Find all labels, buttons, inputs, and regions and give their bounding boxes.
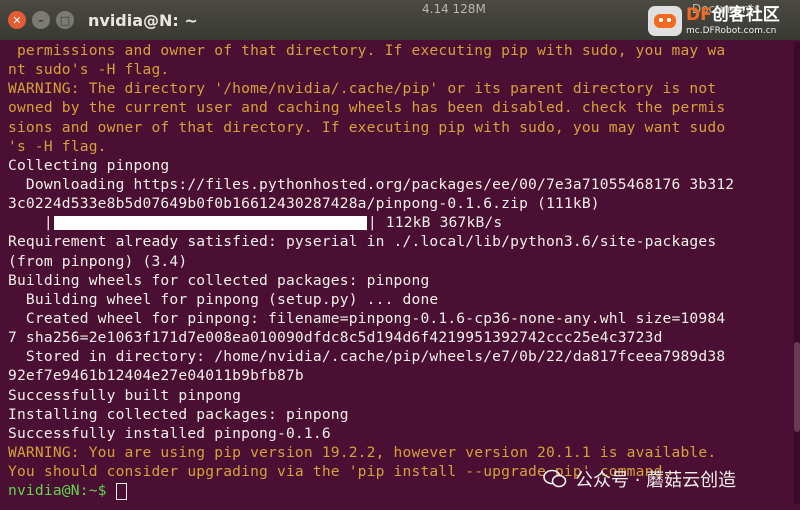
terminal-line: Building wheels for collected packages: …	[8, 271, 430, 289]
minimize-icon[interactable]: –	[32, 11, 50, 29]
close-icon[interactable]: ✕	[8, 11, 26, 29]
terminal-line: Building wheel for pinpong (setup.py) ..…	[8, 290, 439, 308]
terminal-line: 92ef7e9461b12404e27e04011b9bfb87b	[8, 367, 304, 385]
terminal-line: owned by the current user and caching wh…	[8, 99, 726, 117]
terminal-line: Installing collected packages: pinpong	[8, 405, 349, 423]
dfrobot-logo: DF创客社区 mc.DFRobot.com.cn	[648, 6, 780, 36]
terminal-line: WARNING: You are using pip version 19.2.…	[8, 443, 717, 461]
wechat-watermark: 公众号 · 蘑菇云创造	[543, 466, 736, 492]
terminal-window: ✕ – □ nvidia@N: ~ 4.14 128M Documents DF…	[0, 0, 800, 510]
maximize-icon[interactable]: □	[56, 11, 74, 29]
terminal-line: | | 112kB 367kB/s	[8, 213, 792, 232]
logo-df: DF	[686, 4, 712, 25]
scrollbar[interactable]	[794, 42, 800, 504]
text-cursor	[115, 482, 127, 500]
wechat-icon	[543, 469, 567, 488]
shell-prompt: nvidia@N:~$	[8, 482, 116, 500]
logo-subtitle: mc.DFRobot.com.cn	[686, 25, 777, 36]
progress-prefix: |	[8, 214, 53, 232]
terminal-line: 3c0224d533e8b5d07649b0f0b16612430287428a…	[8, 195, 600, 213]
terminal-line: (from pinpong) (3.4)	[8, 252, 188, 270]
terminal-line: 's -H flag.	[8, 137, 107, 155]
terminal-line: Successfully installed pinpong-0.1.6	[8, 424, 331, 442]
window-title: nvidia@N: ~	[88, 10, 198, 30]
logo-brand: 创客社区	[711, 4, 780, 25]
title-bar[interactable]: ✕ – □ nvidia@N: ~ 4.14 128M Documents DF…	[0, 0, 800, 40]
terminal-line: Stored in directory: /home/nvidia/.cache…	[8, 348, 726, 366]
progress-suffix: | 112kB 367kB/s	[367, 214, 503, 232]
terminal-line: permissions and owner of that directory.…	[8, 42, 726, 59]
terminal-line: 7 sha256=2e1063f171d7e008ea010090dfdc8c5…	[8, 329, 663, 347]
terminal-line: Requirement already satisfied: pyserial …	[8, 233, 717, 251]
terminal-line: Collecting pinpong	[8, 156, 170, 174]
terminal-line: sions and owner of that directory. If ex…	[8, 118, 726, 136]
terminal-line: WARNING: The directory '/home/nvidia/.ca…	[8, 80, 717, 98]
window-controls: ✕ – □	[8, 11, 74, 29]
robot-logo-icon	[648, 6, 682, 36]
watermark-text: 公众号 · 蘑菇云创造	[575, 470, 737, 491]
terminal-line: Successfully built pinpong	[8, 386, 242, 404]
terminal-line: Created wheel for pinpong: filename=pinp…	[8, 309, 726, 327]
download-progress-bar	[53, 216, 367, 231]
terminal-output[interactable]: permissions and owner of that directory.…	[8, 41, 792, 500]
scrollbar-thumb[interactable]	[794, 342, 800, 432]
background-stat-text: 4.14 128M	[422, 2, 486, 16]
terminal-line: nt sudo's -H flag.	[8, 61, 170, 79]
terminal-line: Downloading https://files.pythonhosted.o…	[8, 175, 735, 193]
